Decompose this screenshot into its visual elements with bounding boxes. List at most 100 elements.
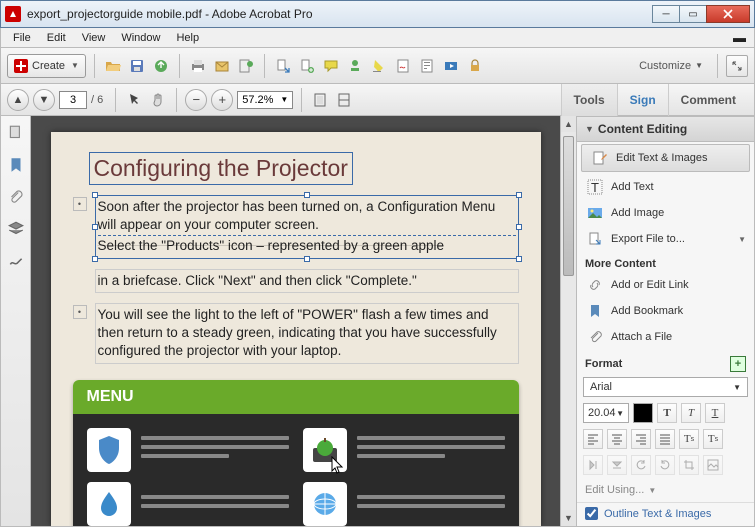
globe-icon [303,482,347,526]
underline-button[interactable]: T [705,403,725,423]
thumbnails-icon[interactable] [7,124,25,142]
menu-card-header: MENU [73,380,519,414]
svg-text:T: T [591,180,599,195]
export-file-button[interactable]: Export File to... ▼ [577,226,754,252]
italic-button[interactable]: T [681,403,701,423]
menu-view[interactable]: View [74,30,114,46]
menu-file[interactable]: File [5,30,39,46]
vertical-scrollbar[interactable]: ▲ ▼ [560,116,576,526]
scroll-thumb[interactable] [563,136,574,276]
open-icon[interactable] [103,56,123,76]
font-color-picker[interactable] [633,403,653,423]
minimize-ribbon-icon[interactable]: ▬ [729,30,750,45]
outline-checkbox-row[interactable]: Outline Text & Images [577,502,754,524]
fit-width-icon[interactable] [334,90,354,110]
align-justify-button[interactable] [655,429,675,449]
bookmark-icon [587,303,603,319]
maximize-button[interactable]: ▭ [679,5,707,23]
sign-doc-icon[interactable] [393,56,413,76]
forms-icon[interactable] [417,56,437,76]
page-down-button[interactable]: ▼ [33,89,55,111]
signatures-panel-icon[interactable] [7,252,25,270]
attach-file-button[interactable]: Attach a File [577,324,754,350]
replace-image-button[interactable] [703,455,723,475]
outline-checkbox[interactable] [585,507,598,520]
edit-text-images-button[interactable]: Edit Text & Images [581,144,750,172]
secure-icon[interactable] [465,56,485,76]
add-image-icon [587,205,603,221]
text-block[interactable]: in a briefcase. Click "Next" and then cl… [95,269,519,293]
font-size-select[interactable]: 20.04▼ [583,403,629,423]
convert-icon[interactable] [273,56,293,76]
document-viewport[interactable]: Configuring the Projector • Soon after t… [31,116,560,526]
email-icon[interactable] [212,56,232,76]
add-image-button[interactable]: Add Image [577,200,754,226]
hand-tool-icon[interactable] [148,90,168,110]
crop-button[interactable] [679,455,699,475]
print-icon[interactable] [188,56,208,76]
save-cloud-icon[interactable] [151,56,171,76]
add-text-button[interactable]: T Add Text [577,174,754,200]
apple-icon [303,428,347,472]
page-number-input[interactable] [59,91,87,109]
edit-using-dropdown[interactable]: Edit Using...▼ [577,478,754,502]
comment-icon[interactable] [321,56,341,76]
share-icon[interactable] [236,56,256,76]
layers-icon[interactable] [7,220,25,238]
shield-icon [87,428,131,472]
zoom-level-select[interactable]: 57.2%▼ [237,91,293,109]
customize-button[interactable]: Customize▼ [633,60,709,72]
tools-tab[interactable]: Tools [561,84,617,116]
bullet-marker[interactable]: • [73,197,87,211]
more-content-header: More Content [577,252,754,272]
bookmarks-icon[interactable] [7,156,25,174]
comment-tab[interactable]: Comment [668,84,748,116]
left-nav-strip [1,116,31,526]
create-button[interactable]: Create ▼ [7,54,86,78]
embedded-image[interactable]: MENU [73,380,519,526]
scroll-down-icon[interactable]: ▼ [561,510,576,526]
scroll-up-icon[interactable]: ▲ [561,116,576,132]
text-block[interactable]: You will see the light to the left of "P… [95,303,519,364]
font-family-select[interactable]: Arial▼ [583,377,748,397]
outline-label: Outline Text & Images [604,508,711,520]
multimedia-icon[interactable] [441,56,461,76]
expand-tools-icon[interactable] [726,55,748,77]
align-left-button[interactable] [583,429,603,449]
fit-page-icon[interactable] [310,90,330,110]
subscript-button[interactable]: Ts [703,429,723,449]
flip-h-button[interactable] [583,455,603,475]
align-center-button[interactable] [607,429,627,449]
sign-tab[interactable]: Sign [617,84,668,116]
bullet-marker[interactable]: • [73,305,87,319]
page-heading[interactable]: Configuring the Projector [89,152,353,185]
create-plus-icon [14,59,28,73]
rotate-cw-button[interactable] [655,455,675,475]
bold-button[interactable]: T [657,403,677,423]
toolbar-nav: ▲ ▼ / 6 − + 57.2%▼ Tools Sign Comment [0,84,755,116]
flip-v-button[interactable] [607,455,627,475]
minimize-button[interactable]: ─ [652,5,680,23]
add-link-button[interactable]: Add or Edit Link [577,272,754,298]
align-right-button[interactable] [631,429,651,449]
export-icon[interactable] [297,56,317,76]
add-bookmark-button[interactable]: Add Bookmark [577,298,754,324]
page-up-button[interactable]: ▲ [7,89,29,111]
attachments-icon[interactable] [7,188,25,206]
highlight-icon[interactable] [369,56,389,76]
superscript-button[interactable]: Ts [679,429,699,449]
menu-window[interactable]: Window [113,30,168,46]
stamp-icon[interactable] [345,56,365,76]
save-icon[interactable] [127,56,147,76]
text-block-selected[interactable]: Soon after the projector has been turned… [95,195,519,259]
add-format-icon[interactable]: + [730,356,746,372]
create-label: Create [32,60,65,72]
zoom-out-button[interactable]: − [185,89,207,111]
close-button[interactable] [706,5,750,23]
select-tool-icon[interactable] [124,90,144,110]
rotate-ccw-button[interactable] [631,455,651,475]
content-editing-header[interactable]: ▼ Content Editing [577,116,754,142]
menu-edit[interactable]: Edit [39,30,74,46]
zoom-in-button[interactable]: + [211,89,233,111]
menu-help[interactable]: Help [168,30,207,46]
